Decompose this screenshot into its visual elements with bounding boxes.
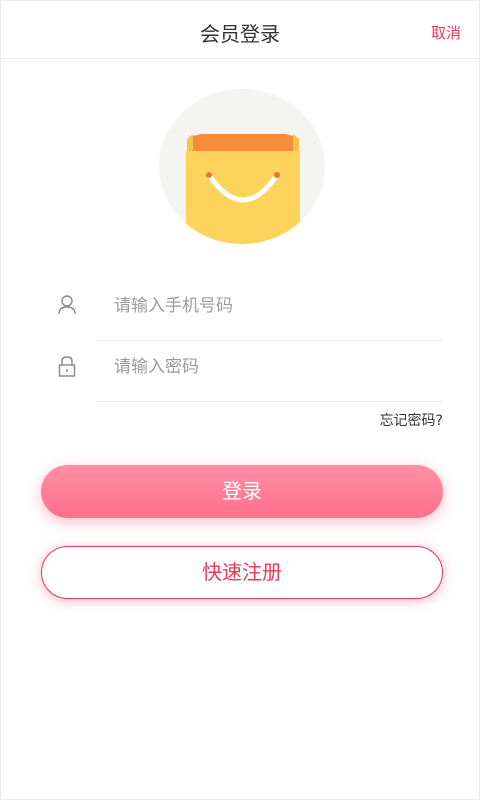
lock-icon [58, 356, 76, 377]
phone-field-row [41, 281, 443, 341]
phone-input[interactable] [96, 281, 436, 331]
divider [96, 401, 443, 402]
divider [96, 340, 443, 341]
page-title: 会员登录 [200, 22, 280, 46]
login-button[interactable]: 登录 [41, 465, 443, 518]
login-screen: 会员登录 取消 请输入手机号码 忘记密码? 登录 快速注册 [0, 0, 480, 800]
register-button[interactable]: 快速注册 [41, 546, 443, 599]
user-icon [58, 295, 76, 315]
password-field-row [41, 342, 443, 402]
cancel-button[interactable]: 取消 [431, 22, 461, 43]
password-input[interactable] [96, 342, 436, 392]
header-bar: 会员登录 取消 [1, 1, 479, 59]
app-logo [159, 89, 325, 244]
forgot-password-link[interactable]: 忘记密码? [380, 410, 443, 430]
shopping-bag-icon [186, 134, 300, 244]
